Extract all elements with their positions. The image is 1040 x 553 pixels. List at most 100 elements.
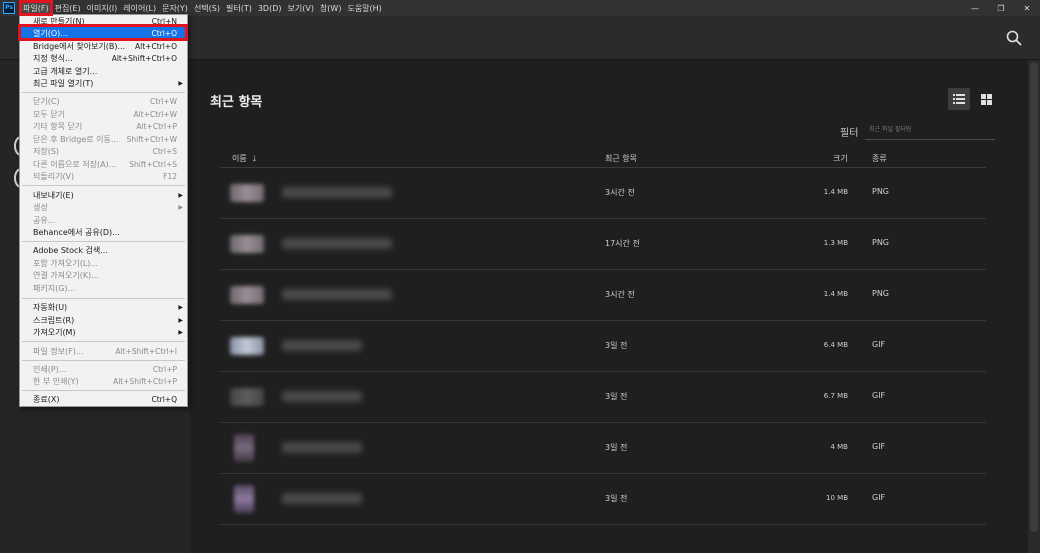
highlight-box-file-menu	[19, 0, 53, 16]
submenu-arrow-icon: ▶	[178, 316, 183, 324]
restore-button[interactable]: ❐	[988, 0, 1014, 16]
table-row[interactable]: 17시간 전 1.3 MB PNG	[220, 219, 986, 270]
table-row[interactable]: 3시간 전 1.4 MB PNG	[220, 270, 986, 321]
menu-item-close-others[interactable]: 기타 항목 닫기 Alt+Ctrl+P	[20, 120, 187, 132]
filter-input[interactable]	[865, 120, 995, 140]
menu-item-browse-bridge[interactable]: Bridge에서 찾아보기(B)... Alt+Ctrl+O	[20, 40, 187, 52]
list-view-button[interactable]	[948, 88, 970, 110]
file-thumbnail	[230, 337, 264, 355]
file-size: 10 MB	[826, 494, 848, 502]
file-name-blurred	[282, 391, 362, 402]
menu-item-save[interactable]: 저장(S) Ctrl+S	[20, 145, 187, 157]
file-type: GIF	[872, 442, 886, 451]
submenu-arrow-icon: ▶	[178, 191, 183, 199]
column-header-type[interactable]: 종류	[872, 153, 887, 164]
submenu-arrow-icon: ▶	[178, 303, 183, 311]
file-size: 1.4 MB	[823, 188, 848, 196]
menu-item-print-one-copy[interactable]: 한 부 인쇄(Y) Alt+Shift+Ctrl+P	[20, 375, 187, 387]
menu-view[interactable]: 보기(V)	[285, 0, 317, 16]
table-row[interactable]: 3일 전 10 MB GIF	[220, 474, 986, 525]
menu-item-open-smart-object[interactable]: 고급 개체로 열기...	[20, 65, 187, 77]
file-type: GIF	[872, 391, 886, 400]
file-menu-dropdown: 새로 만들기(N) Ctrl+N 열기(O)... Ctrl+O Bridge에서 …	[19, 14, 188, 407]
page-title: 최근 항목	[210, 95, 263, 110]
recent-time: 3시간 전	[605, 290, 635, 299]
menu-item-automate[interactable]: 자동화(U) ▶	[20, 301, 187, 313]
column-header-recent[interactable]: 최근 항목	[605, 153, 637, 164]
file-name-blurred	[282, 289, 392, 300]
menu-item-open-recent[interactable]: 최근 파일 열기(T) ▶	[20, 77, 187, 89]
menu-item-close-go-bridge[interactable]: 닫은 후 Bridge로 이동... Shift+Ctrl+W	[20, 133, 187, 145]
submenu-arrow-icon: ▶	[178, 203, 183, 211]
menu-item-scripts[interactable]: 스크립트(R) ▶	[20, 314, 187, 326]
menu-select[interactable]: 선택(S)	[191, 0, 223, 16]
menu-item-generate[interactable]: 생성 ▶	[20, 201, 187, 213]
menu-item-place-embedded[interactable]: 포함 가져오기(L)...	[20, 257, 187, 269]
menu-separator	[22, 241, 185, 242]
menu-item-share-behance[interactable]: Behance에서 공유(D)...	[20, 226, 187, 238]
list-view-icon	[953, 94, 965, 104]
menu-item-revert[interactable]: 되돌리기(V) F12	[20, 170, 187, 182]
recent-time: 3일 전	[605, 443, 628, 452]
menu-item-adobe-stock[interactable]: Adobe Stock 검색...	[20, 244, 187, 256]
file-name-blurred	[282, 340, 362, 351]
file-name-blurred	[282, 238, 392, 249]
file-thumbnail	[230, 286, 264, 304]
table-row[interactable]: 3일 전 4 MB GIF	[220, 423, 986, 474]
file-size: 1.3 MB	[823, 239, 848, 247]
close-button[interactable]: ✕	[1014, 0, 1040, 16]
recent-time: 3일 전	[605, 494, 628, 503]
menu-item-print[interactable]: 인쇄(P)... Ctrl+P	[20, 363, 187, 375]
menu-help[interactable]: 도움말(H)	[344, 0, 384, 16]
submenu-arrow-icon: ▶	[178, 79, 183, 87]
recent-time: 17시간 전	[605, 239, 640, 248]
menu-item-share[interactable]: 공유...	[20, 214, 187, 226]
recent-time: 3시간 전	[605, 188, 635, 197]
file-size: 1.4 MB	[823, 290, 848, 298]
recent-time: 3일 전	[605, 392, 628, 401]
file-type: PNG	[872, 187, 890, 196]
menu-item-close-all[interactable]: 모두 닫기 Alt+Ctrl+W	[20, 108, 187, 120]
menu-item-package[interactable]: 패키지(G)...	[20, 282, 187, 294]
file-thumbnail	[230, 388, 264, 406]
file-name-blurred	[282, 442, 362, 453]
table-row[interactable]: 3시간 전 1.4 MB PNG	[220, 168, 986, 219]
table-row[interactable]: 3일 전 6.4 MB GIF	[220, 321, 986, 372]
recent-files-panel: 최근 항목 필터 이름 🡓 최근 항목 크기 종류 3시간 전 1.4 MB P…	[190, 60, 1028, 553]
file-size: 6.4 MB	[823, 341, 848, 349]
file-name-blurred	[282, 187, 392, 198]
file-type: PNG	[872, 289, 890, 298]
menu-separator	[22, 341, 185, 342]
menu-item-save-as[interactable]: 다른 이름으로 저장(A)... Shift+Ctrl+S	[20, 158, 187, 170]
column-header-size[interactable]: 크기	[833, 153, 848, 164]
scrollbar-thumb[interactable]	[1030, 62, 1038, 532]
menu-separator	[22, 298, 185, 299]
search-icon[interactable]	[1006, 30, 1022, 46]
minimize-button[interactable]: —	[962, 0, 988, 16]
highlight-box-open-item	[18, 24, 188, 41]
file-size: 6.7 MB	[823, 392, 848, 400]
window-controls: — ❐ ✕	[962, 0, 1040, 16]
file-type: PNG	[872, 238, 890, 247]
column-header-name[interactable]: 이름 🡓	[232, 153, 256, 167]
menu-item-place-linked[interactable]: 연결 가져오기(K)...	[20, 269, 187, 281]
menu-window[interactable]: 창(W)	[317, 0, 345, 16]
sort-down-icon: 🡓	[252, 154, 257, 163]
menu-item-exit[interactable]: 종료(X) Ctrl+Q	[20, 393, 187, 405]
file-size: 4 MB	[830, 443, 848, 451]
menu-separator	[22, 360, 185, 361]
file-type: GIF	[872, 340, 886, 349]
menu-item-file-info[interactable]: 파일 정보(F)... Alt+Shift+Ctrl+I	[20, 345, 187, 357]
photoshop-app-icon[interactable]: Ps	[3, 2, 15, 14]
grid-view-button[interactable]	[975, 88, 997, 110]
menu-3d[interactable]: 3D(D)	[255, 0, 285, 16]
menu-item-close[interactable]: 닫기(C) Ctrl+W	[20, 95, 187, 107]
file-thumbnail	[234, 434, 254, 462]
menu-item-open-as[interactable]: 지정 형식... Alt+Shift+Ctrl+O	[20, 52, 187, 64]
menu-item-export[interactable]: 내보내기(E) ▶	[20, 189, 187, 201]
file-name-blurred	[282, 493, 362, 504]
table-row[interactable]: 3일 전 6.7 MB GIF	[220, 372, 986, 423]
column-name-label: 이름	[232, 154, 247, 163]
menu-item-import[interactable]: 가져오기(M) ▶	[20, 326, 187, 338]
menu-filter[interactable]: 필터(T)	[223, 0, 255, 16]
